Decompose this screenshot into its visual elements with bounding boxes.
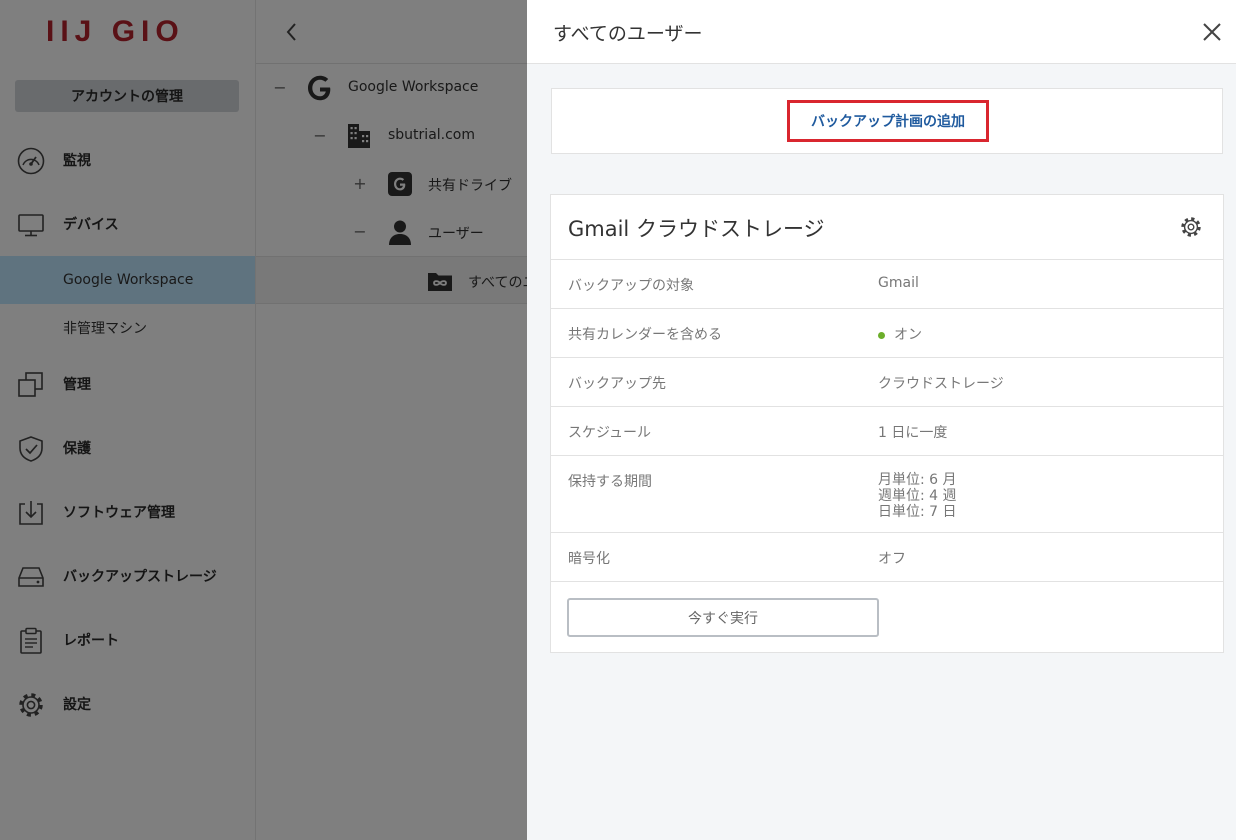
panel-title: すべてのユーザー bbox=[553, 23, 703, 45]
plan-row-key: 暗号化 bbox=[568, 551, 610, 567]
plan-row-key: 共有カレンダーを含める bbox=[568, 327, 722, 343]
plan-row-key: 保持する期間 bbox=[568, 474, 652, 490]
plan-row-key: スケジュール bbox=[568, 425, 652, 441]
add-plan-card: バックアップ計画の追加 bbox=[551, 88, 1223, 154]
plan-row-value: オン bbox=[878, 324, 922, 344]
backup-plan-card: Gmail クラウドストレージ バックアップの対象 Gmail 共有カレンダーを… bbox=[550, 194, 1224, 653]
gear-icon[interactable] bbox=[1179, 215, 1203, 239]
detail-panel: すべてのユーザー バックアップ計画の追加 Gmail クラウドストレージ バック… bbox=[527, 0, 1236, 840]
plan-row-shared-calendar: 共有カレンダーを含める オン bbox=[551, 308, 1223, 357]
retention-weekly: 週単位: 4 週 bbox=[878, 488, 957, 504]
plan-row-backup-target: バックアップの対象 Gmail bbox=[551, 259, 1223, 308]
status-dot bbox=[878, 331, 885, 339]
plan-row-key: バックアップの対象 bbox=[568, 278, 694, 294]
plan-row-retention: 保持する期間 月単位: 6 月 週単位: 4 週 日単位: 7 日 bbox=[551, 455, 1223, 532]
plan-row-value: クラウドストレージ bbox=[878, 376, 1004, 392]
plan-row-key: バックアップ先 bbox=[568, 376, 666, 392]
status-text: オン bbox=[894, 327, 922, 343]
plan-row-value: Gmail bbox=[878, 275, 919, 291]
plan-row-encryption: 暗号化 オフ bbox=[551, 532, 1223, 581]
add-backup-plan-button[interactable]: バックアップ計画の追加 bbox=[787, 100, 989, 142]
plan-row-divider bbox=[551, 581, 1223, 582]
retention-daily: 日単位: 7 日 bbox=[878, 504, 957, 520]
modal-overlay[interactable] bbox=[0, 0, 527, 840]
panel-header: すべてのユーザー bbox=[527, 0, 1236, 64]
plan-row-value: 1 日に一度 bbox=[878, 425, 948, 441]
plan-row-schedule: スケジュール 1 日に一度 bbox=[551, 406, 1223, 455]
plan-row-value: 月単位: 6 月 週単位: 4 週 日単位: 7 日 bbox=[878, 472, 957, 520]
run-now-button[interactable]: 今すぐ実行 bbox=[567, 598, 879, 637]
plan-row-destination: バックアップ先 クラウドストレージ bbox=[551, 357, 1223, 406]
plan-title: Gmail クラウドストレージ bbox=[568, 217, 825, 241]
close-icon[interactable] bbox=[1198, 18, 1226, 46]
plan-row-value: オフ bbox=[878, 551, 906, 567]
retention-monthly: 月単位: 6 月 bbox=[878, 472, 957, 488]
